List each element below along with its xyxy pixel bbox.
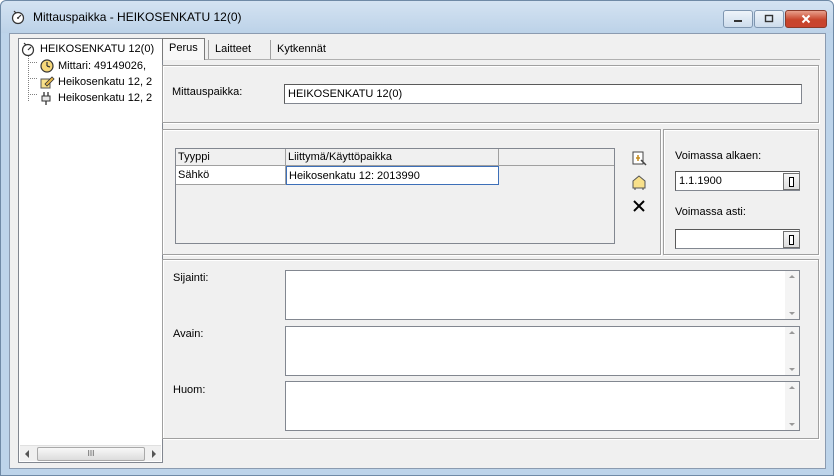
- scroll-down-icon[interactable]: [789, 368, 795, 371]
- tree-view[interactable]: HEIKOSENKATU 12(0) Mittari: 49149026, He…: [18, 38, 163, 463]
- scroll-left-icon[interactable]: [25, 450, 29, 458]
- tab-kytkennat[interactable]: Kytkennät: [270, 40, 332, 59]
- link-connection-icon: [632, 151, 647, 166]
- tree-item-label: HEIKOSENKATU 12(0): [40, 43, 155, 55]
- link-connection-button[interactable]: [629, 148, 649, 168]
- tree-item-label: Mittari: 49149026,: [58, 60, 147, 72]
- horizontal-scrollbar[interactable]: III: [20, 445, 161, 461]
- mittauspaikka-label: Mittauspaikka:: [172, 86, 243, 98]
- tree-item-connection[interactable]: Heikosenkatu 12, 2: [19, 74, 159, 90]
- delete-connection-button[interactable]: [629, 196, 649, 216]
- tree-item-label: Heikosenkatu 12, 2: [58, 92, 153, 104]
- voimassa-asti-field[interactable]: [675, 229, 800, 249]
- scroll-down-icon[interactable]: [789, 312, 795, 315]
- delete-icon: [633, 200, 645, 212]
- tree-item-meter[interactable]: Mittari: 49149026,: [19, 58, 159, 74]
- huom-field[interactable]: [285, 381, 800, 431]
- application-window: Mittauspaikka - HEIKOSENKATU 12(0) HEIKO…: [0, 0, 834, 476]
- huom-label: Huom:: [173, 384, 206, 396]
- scroll-up-icon[interactable]: [789, 275, 795, 278]
- avain-field[interactable]: [285, 326, 800, 376]
- new-connection-icon: [632, 175, 646, 190]
- meter-point-icon: [21, 42, 35, 57]
- close-button[interactable]: [785, 10, 827, 28]
- minimize-button[interactable]: [723, 10, 753, 28]
- table-cell[interactable]: Sähkö: [176, 166, 286, 185]
- window-title: Mittauspaikka - HEIKOSENKATU 12(0): [33, 10, 242, 24]
- sijainti-label: Sijainti:: [173, 272, 209, 284]
- calendar-icon: [789, 234, 794, 245]
- meter-clock-icon: [40, 59, 54, 73]
- date-picker-button[interactable]: [783, 231, 800, 248]
- column-header-tyyppi[interactable]: Tyyppi: [176, 149, 286, 166]
- table-cell-selected[interactable]: Heikosenkatu 12: 2013990: [286, 166, 499, 185]
- mittauspaikka-field[interactable]: HEIKOSENKATU 12(0): [284, 84, 802, 104]
- maximize-icon: [764, 14, 774, 23]
- avain-label: Avain:: [173, 328, 204, 340]
- tab-perus[interactable]: Perus: [162, 38, 205, 60]
- client-area: HEIKOSENKATU 12(0) Mittari: 49149026, He…: [9, 33, 826, 469]
- column-header-liittyma[interactable]: Liittymä/Käyttöpaikka: [286, 149, 499, 166]
- connection-plug-icon: [41, 92, 51, 105]
- title-bar[interactable]: Mittauspaikka - HEIKOSENKATU 12(0): [1, 1, 833, 33]
- tree-item-usage-point[interactable]: Heikosenkatu 12, 2: [19, 90, 159, 106]
- memo-scrollbar[interactable]: [785, 382, 799, 430]
- memo-scrollbar[interactable]: [785, 271, 799, 319]
- voimassa-alkaen-field[interactable]: 1.1.1900: [675, 171, 800, 191]
- scroll-up-icon[interactable]: [789, 386, 795, 389]
- calendar-icon: [789, 176, 794, 187]
- memo-scrollbar[interactable]: [785, 327, 799, 375]
- tree-item-label: Heikosenkatu 12, 2: [58, 76, 153, 88]
- column-header-empty: [499, 149, 614, 166]
- tree-item-root[interactable]: HEIKOSENKATU 12(0): [19, 41, 159, 57]
- close-icon: [801, 14, 811, 24]
- new-connection-button[interactable]: [629, 172, 649, 192]
- minimize-icon: [734, 20, 742, 22]
- voimassa-alkaen-label: Voimassa alkaen:: [675, 150, 762, 162]
- meter-point-icon: [11, 10, 25, 25]
- tab-strip-line: [162, 59, 820, 60]
- date-picker-button[interactable]: [783, 173, 800, 190]
- sijainti-field[interactable]: [285, 270, 800, 320]
- scroll-up-icon[interactable]: [789, 331, 795, 334]
- connection-edit-icon: [40, 76, 55, 89]
- scrollbar-thumb[interactable]: III: [37, 447, 145, 461]
- connections-table[interactable]: Tyyppi Liittymä/Käyttöpaikka Sähkö Heiko…: [175, 148, 615, 244]
- voimassa-asti-label: Voimassa asti:: [675, 206, 746, 218]
- maximize-button[interactable]: [754, 10, 784, 28]
- scroll-down-icon[interactable]: [789, 423, 795, 426]
- tab-laitteet[interactable]: Laitteet: [208, 40, 257, 59]
- scroll-right-icon[interactable]: [152, 450, 156, 458]
